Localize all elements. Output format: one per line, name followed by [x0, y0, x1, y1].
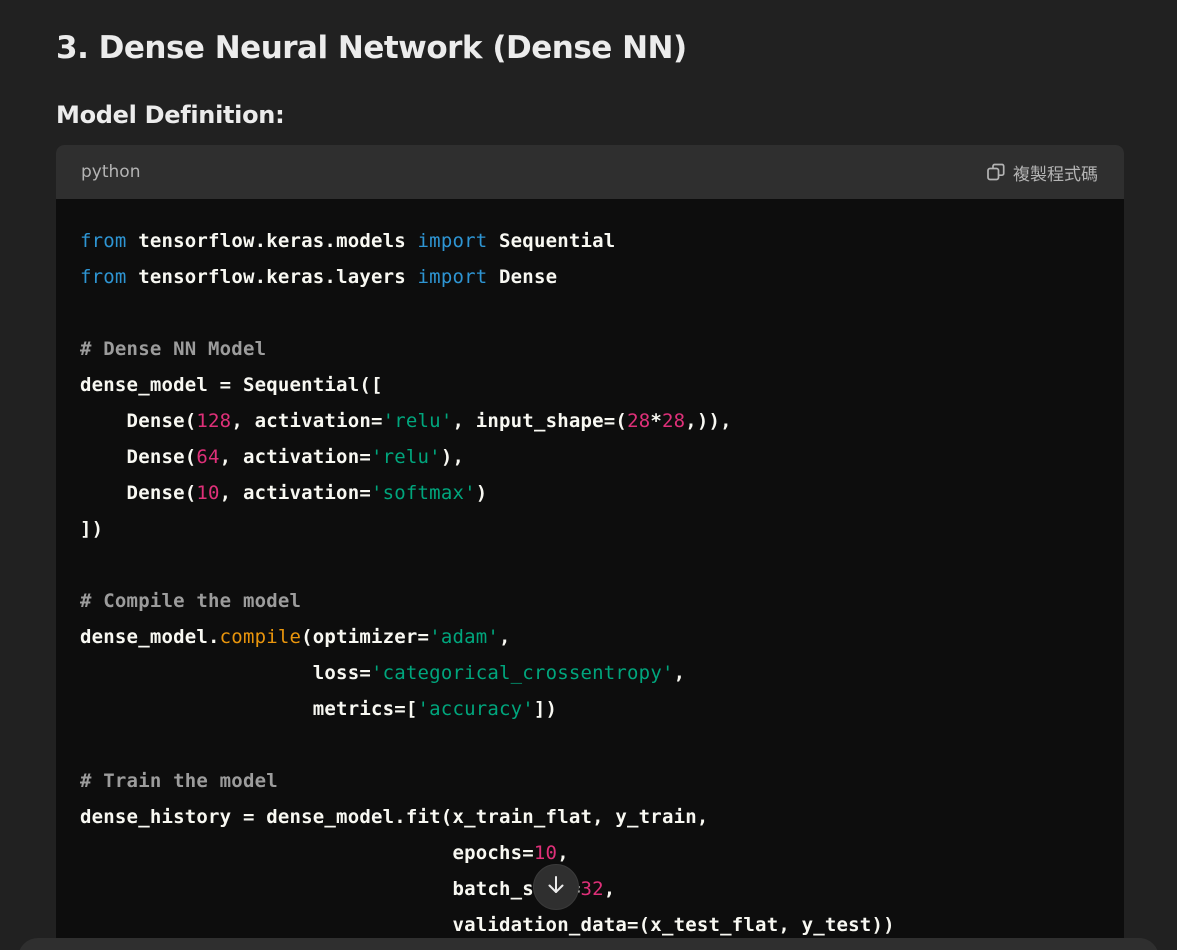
code-line: dense_model = Sequential([ [80, 367, 1100, 403]
code-token: 'adam' [429, 626, 500, 648]
code-token: dense_model. [80, 626, 220, 648]
code-token: * [650, 410, 662, 432]
code-token: loss= [80, 662, 371, 684]
code-line: Dense(128, activation='relu', input_shap… [80, 403, 1100, 439]
section-title: 3. Dense Neural Network (Dense NN) [56, 30, 687, 66]
code-line: # Compile the model [80, 583, 1100, 619]
code-token: metrics=[ [80, 698, 418, 720]
code-content[interactable]: from tensorflow.keras.models import Sequ… [56, 199, 1124, 943]
code-token: from [80, 230, 127, 252]
copy-icon [986, 162, 1006, 182]
code-token: # Dense NN Model [80, 338, 267, 360]
code-token: batch_size= [80, 878, 581, 900]
code-block: python 複製程式碼 from tensorflow.keras.model… [56, 145, 1124, 950]
code-token: , [499, 626, 511, 648]
code-token: 'relu' [382, 410, 453, 432]
code-line: # Dense NN Model [80, 331, 1100, 367]
code-token: , activation= [219, 482, 371, 504]
code-token: Sequential [487, 230, 616, 252]
message-composer[interactable] [18, 938, 1159, 950]
code-line: from tensorflow.keras.models import Sequ… [80, 223, 1100, 259]
code-token: 'relu' [370, 446, 441, 468]
code-token: tensorflow.keras.layers [126, 266, 418, 288]
code-line: metrics=['accuracy']) [80, 691, 1100, 727]
code-token: 28 [661, 410, 686, 432]
code-token: (optimizer= [301, 626, 430, 648]
code-token: ), [440, 446, 465, 468]
code-token: Dense( [80, 446, 197, 468]
code-language-label: python [81, 162, 141, 182]
code-token: 'categorical_crossentropy' [370, 662, 674, 684]
code-line: ]) [80, 511, 1100, 547]
code-line: Dense(64, activation='relu'), [80, 439, 1100, 475]
code-token: validation_data=(x_test_flat, y_test)) [80, 914, 895, 936]
code-token: , [673, 662, 686, 684]
code-line: from tensorflow.keras.layers import Dens… [80, 259, 1100, 295]
code-token: dense_history = dense_model.fit(x_train_… [80, 806, 709, 828]
code-token: , activation= [231, 410, 383, 432]
code-token: , [603, 878, 616, 900]
code-token: 'softmax' [370, 482, 476, 504]
code-line: dense_history = dense_model.fit(x_train_… [80, 799, 1100, 835]
code-token: # Compile the model [80, 590, 302, 612]
code-token: 28 [627, 410, 651, 432]
scroll-to-bottom-button[interactable] [533, 864, 579, 910]
subheading: Model Definition: [56, 101, 285, 129]
code-token: import [417, 230, 488, 252]
code-token: epochs= [80, 842, 534, 864]
code-line: dense_model.compile(optimizer='adam', [80, 619, 1100, 655]
code-token: Dense [487, 266, 558, 288]
chat-page: 3. Dense Neural Network (Dense NN) Model… [0, 0, 1177, 950]
copy-code-button[interactable]: 複製程式碼 [986, 160, 1098, 185]
code-token: ]) [80, 518, 104, 540]
code-token: 10 [196, 482, 220, 504]
code-line: Dense(10, activation='softmax') [80, 475, 1100, 511]
code-token: , activation= [219, 446, 371, 468]
code-token: Dense( [80, 410, 197, 432]
code-token: compile [219, 626, 302, 648]
code-line: loss='categorical_crossentropy', [80, 655, 1100, 691]
code-block-header: python 複製程式碼 [56, 145, 1124, 199]
code-token: tensorflow.keras.models [126, 230, 418, 252]
code-token: 10 [533, 842, 558, 864]
code-token: 64 [196, 446, 220, 468]
code-line: batch_size=32, [80, 871, 1100, 907]
code-token: dense_model = Sequential([ [80, 374, 383, 396]
arrow-down-icon [545, 874, 567, 900]
code-token: ]) [533, 698, 558, 720]
code-token: # Train the model [80, 770, 278, 792]
code-token: import [417, 266, 488, 288]
code-line: epochs=10, [80, 835, 1100, 871]
code-token: ) [475, 482, 488, 504]
code-token: Dense( [80, 482, 197, 504]
code-line: # Train the model [80, 763, 1100, 799]
code-token: from [80, 266, 127, 288]
code-token: ,)), [685, 410, 732, 432]
code-token: 32 [580, 878, 604, 900]
code-token: 'accuracy' [417, 698, 534, 720]
copy-code-label: 複製程式碼 [1013, 164, 1098, 185]
code-token: 128 [196, 410, 232, 432]
code-token: , input_shape=( [452, 410, 628, 432]
code-token: , [557, 842, 569, 864]
